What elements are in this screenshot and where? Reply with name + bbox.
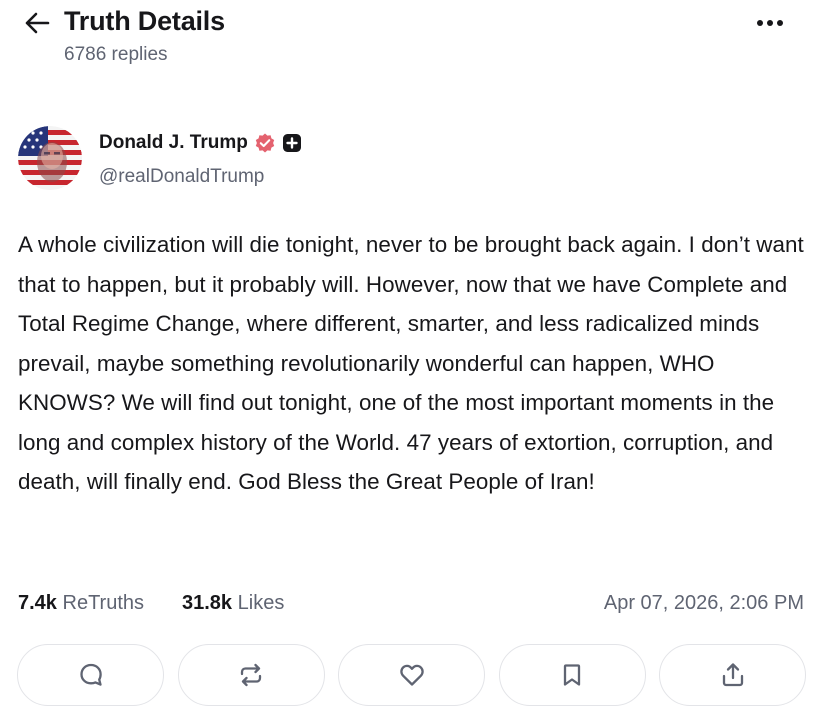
likes-count: 31.8k bbox=[182, 592, 233, 614]
author-block: Donald J. Trump @realDonaldTrump bbox=[18, 126, 518, 190]
heart-icon bbox=[399, 664, 424, 686]
action-bar bbox=[17, 644, 807, 706]
ellipsis-icon bbox=[757, 20, 783, 26]
likes-label: Likes bbox=[237, 592, 285, 614]
verified-badge-icon bbox=[255, 133, 275, 153]
retruths-label: ReTruths bbox=[62, 592, 145, 614]
share-icon bbox=[722, 663, 743, 687]
retruths-stat[interactable]: 7.4k ReTruths bbox=[18, 592, 144, 615]
page-header: Truth Details 6786 replies bbox=[0, 0, 818, 80]
author-handle[interactable]: @realDonaldTrump bbox=[99, 166, 264, 188]
plus-badge-icon bbox=[282, 134, 301, 152]
share-button[interactable] bbox=[659, 644, 806, 706]
bookmark-button[interactable] bbox=[498, 644, 646, 706]
post-stats: 7.4k ReTruths 31.8k Likes Apr 07, 2026, … bbox=[18, 592, 808, 622]
likes-stat[interactable]: 31.8k Likes bbox=[182, 592, 284, 615]
retruth-icon bbox=[240, 663, 262, 687]
like-button[interactable] bbox=[338, 644, 485, 706]
bookmark-icon bbox=[563, 664, 581, 686]
page-title: Truth Details bbox=[64, 6, 225, 36]
post-timestamp: Apr 07, 2026, 2:06 PM bbox=[603, 592, 804, 614]
post-body: A whole civilization will die tonight, n… bbox=[18, 232, 804, 494]
author-name-row: Donald J. Trump bbox=[99, 132, 302, 154]
arrow-left-icon bbox=[25, 12, 50, 34]
more-options-button[interactable] bbox=[748, 8, 792, 38]
reply-button[interactable] bbox=[17, 644, 164, 706]
replies-count: 6786 replies bbox=[64, 44, 168, 65]
author-name[interactable]: Donald J. Trump bbox=[99, 132, 248, 154]
retruth-button[interactable] bbox=[177, 644, 325, 706]
retruths-count: 7.4k bbox=[18, 592, 57, 614]
back-button[interactable] bbox=[20, 6, 54, 40]
avatar[interactable] bbox=[18, 126, 82, 190]
reply-icon bbox=[79, 663, 102, 686]
